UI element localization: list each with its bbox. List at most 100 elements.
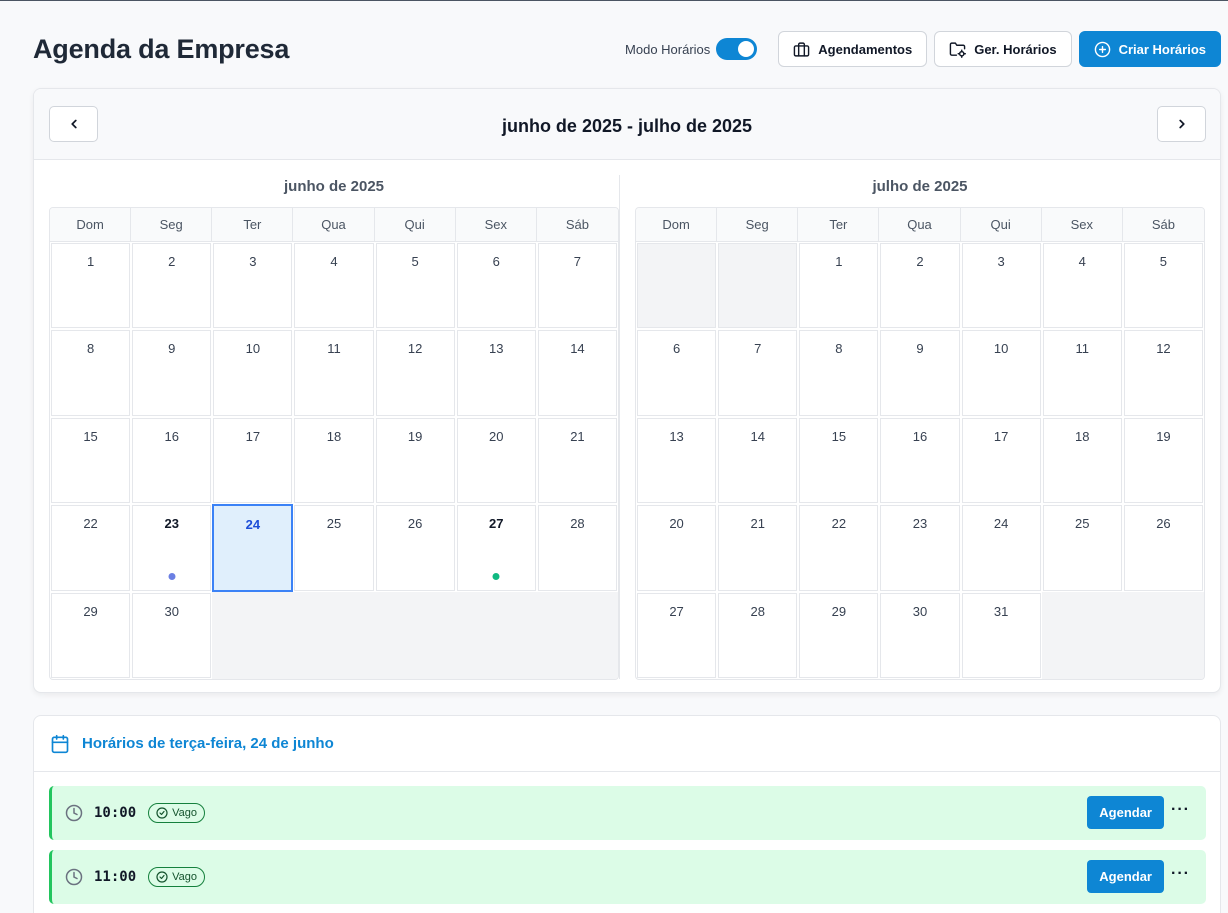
day-number: 13 [489,341,504,357]
briefcase-icon [794,41,810,57]
day-cell[interactable]: 4 [1042,243,1122,329]
schedule-button[interactable]: Agendar [1087,796,1164,829]
day-cell[interactable]: 27 [637,592,717,678]
day-cell[interactable]: 18 [294,417,374,504]
day-number: 11 [1075,341,1090,357]
event-dot [168,572,176,580]
day-cell[interactable]: 22 [51,505,131,591]
day-cell[interactable]: 12 [1123,330,1203,416]
day-cell[interactable]: 12 [375,330,455,416]
day-number: 3 [249,254,257,269]
manage-slots-button[interactable]: Ger. Horários [934,31,1072,67]
day-cell[interactable]: 4 [294,243,374,329]
day-cell[interactable]: 6 [637,330,717,416]
day-cell[interactable]: 19 [375,417,455,504]
day-cell[interactable]: 25 [294,505,374,591]
day-number: 28 [750,603,765,619]
day-number: 4 [1078,254,1086,269]
day-cell[interactable]: 26 [1123,505,1203,591]
day-number: 8 [835,341,843,357]
day-cell-selected[interactable]: 24 [212,504,294,592]
page-header: Agenda da Empresa Modo Horários Agendame… [33,31,1221,67]
next-month-button[interactable] [1157,106,1206,142]
day-cell[interactable]: 30 [880,592,960,678]
day-cell[interactable]: 8 [799,330,879,416]
day-cell[interactable]: 28 [537,505,617,591]
weekday-label: Sáb [1151,217,1175,232]
day-cell[interactable]: 24 [961,505,1041,591]
day-cell-empty [637,243,717,329]
day-cell[interactable]: 21 [537,417,617,504]
day-number: 12 [1156,341,1171,357]
day-cell[interactable]: 15 [51,417,131,504]
day-cell[interactable]: 11 [294,330,374,416]
day-cell[interactable]: 14 [537,330,617,416]
schedule-mode-toggle[interactable] [716,38,758,60]
day-cell[interactable]: 2 [880,243,960,329]
toggle-knob [738,41,755,57]
day-cell[interactable]: 17 [213,417,293,504]
day-cell[interactable]: 1 [799,243,879,329]
schedule-mode-label: Modo Horários [625,41,711,57]
day-cell[interactable]: 1 [51,243,131,329]
month-june: junho de 2025 Dom Seg Ter Qua Qui Sex Sá… [49,177,619,680]
day-cell[interactable]: 2 [132,243,212,329]
day-cell[interactable]: 14 [718,417,798,504]
day-cell[interactable]: 23 [880,505,960,591]
day-number: 16 [164,428,179,444]
day-cell-blank [212,591,294,679]
more-options-icon[interactable]: ··· [1171,802,1190,818]
day-cell[interactable]: 7 [718,330,798,416]
weekday-header: Dom Seg Ter Qua Qui Sex Sáb [636,208,1204,242]
day-cell[interactable]: 25 [1042,505,1122,591]
day-cell[interactable]: 8 [51,330,131,416]
status-badge: Vago [148,867,206,887]
day-cell[interactable]: 20 [456,417,536,504]
day-cell[interactable]: 23 [132,505,212,591]
day-cell[interactable]: 9 [132,330,212,416]
day-cell[interactable]: 16 [880,417,960,504]
day-cell[interactable]: 21 [718,505,798,591]
weekday-header: Dom Seg Ter Qua Qui Sex Sáb [50,208,618,242]
day-cell[interactable]: 22 [799,505,879,591]
day-number: 18 [1075,428,1090,444]
day-cell[interactable]: 30 [132,592,212,678]
calendar-range-title: junho de 2025 - julho de 2025 [501,116,753,136]
day-cell[interactable]: 11 [1042,330,1122,416]
day-cell[interactable]: 5 [375,243,455,329]
day-cell[interactable]: 16 [132,417,212,504]
day-cell[interactable]: 7 [537,243,617,329]
day-cell[interactable]: 10 [213,330,293,416]
day-cell[interactable]: 13 [456,330,536,416]
day-cell[interactable]: 10 [961,330,1041,416]
day-number: 19 [407,428,423,444]
calendar-icon [51,734,69,753]
day-cell[interactable]: 6 [456,243,536,329]
more-options-icon[interactable]: ··· [1171,866,1190,882]
day-cell-blank [293,591,375,679]
day-number: 25 [1075,516,1090,532]
day-cell[interactable]: 27 [456,505,536,591]
day-cell[interactable]: 3 [213,243,293,329]
day-cell[interactable]: 29 [51,592,131,678]
day-number: 14 [750,428,765,444]
day-cell[interactable]: 29 [799,592,879,678]
day-cell[interactable]: 3 [961,243,1041,329]
schedule-button[interactable]: Agendar [1087,860,1164,893]
create-slots-button[interactable]: Criar Horários [1078,31,1221,67]
day-cell[interactable]: 17 [961,417,1041,504]
day-cell[interactable]: 26 [375,505,455,591]
day-cell[interactable]: 20 [637,505,717,591]
day-cell[interactable]: 5 [1123,243,1203,329]
appointments-button[interactable]: Agendamentos [778,31,928,67]
day-cell[interactable]: 13 [637,417,717,504]
day-cell[interactable]: 19 [1123,417,1203,504]
day-cell[interactable]: 31 [961,592,1041,678]
day-cell[interactable]: 28 [718,592,798,678]
weekday-label: Sáb [565,217,589,232]
day-cell[interactable]: 18 [1042,417,1122,504]
day-cell[interactable]: 15 [799,417,879,504]
day-cell[interactable]: 9 [880,330,960,416]
day-number: 20 [489,428,504,444]
day-number: 17 [993,428,1009,444]
